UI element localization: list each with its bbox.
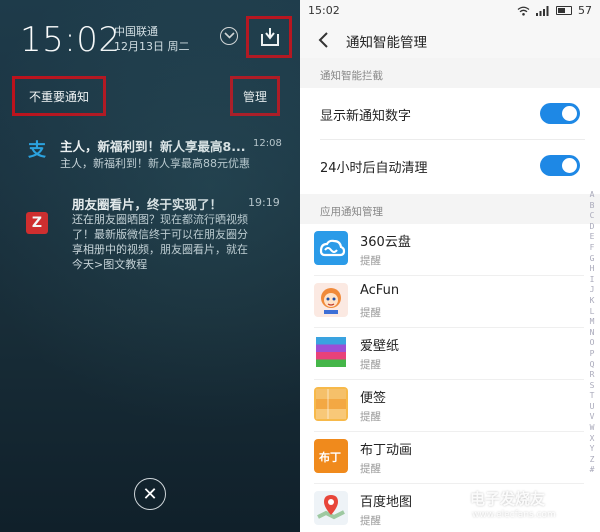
carrier-info: 中国联通 12月13日 周二	[114, 24, 190, 54]
app-name: 便签	[360, 391, 387, 406]
section-label: 应用通知管理	[320, 206, 383, 218]
notification-body: 主人，新福利到！新人享最高88元优惠，	[60, 157, 250, 170]
toggle-switch[interactable]	[540, 103, 580, 124]
page-title: 通知智能管理	[346, 35, 427, 51]
close-icon: ✕	[142, 483, 158, 505]
app-name: 百度地图	[360, 495, 413, 510]
header-bar: 通知智能管理	[300, 22, 600, 58]
app-row-360[interactable]: 360云盘 提醒	[314, 224, 584, 276]
signal-icon	[536, 5, 549, 16]
app-name: 360云盘	[360, 235, 411, 250]
section-label: 通知智能拦截	[320, 70, 383, 82]
notification-shade: 15:02 中国联通 12月13日 周二 不重要通知 管理 支 主人，新福利到！…	[0, 0, 300, 532]
app-row-notes[interactable]: 便签 提醒	[314, 380, 584, 432]
section-header-apps: 应用通知管理	[300, 194, 600, 224]
unimportant-notifications-button[interactable]: 不重要通知	[12, 76, 106, 116]
app-status: 提醒	[360, 463, 381, 475]
collapse-button[interactable]	[220, 27, 238, 45]
notification-inbox-button[interactable]	[246, 16, 292, 58]
setting-auto-clear[interactable]: 24小时后自动清理	[320, 140, 585, 192]
section-header-smart: 通知智能拦截	[300, 58, 600, 88]
watermark-url: www.elecfans.com	[472, 510, 556, 520]
setting-label: 24小时后自动清理	[320, 161, 428, 176]
acfun-icon	[314, 283, 348, 317]
alipay-icon: 支	[28, 140, 46, 161]
app-name: 爱壁纸	[360, 339, 400, 354]
wifi-icon	[517, 6, 530, 16]
notification-time: 12:08	[253, 138, 282, 149]
watermark-text: 电子发烧友	[470, 490, 546, 508]
battery-icon	[556, 6, 572, 15]
notification-body: 还在朋友圈晒图？现在都流行晒视频了！最新版微信终于可以在朋友圈分享相册中的视频，…	[72, 213, 248, 271]
app-status: 提醒	[360, 359, 381, 371]
notification-time: 19:19	[248, 196, 280, 209]
z-app-icon: Z	[26, 212, 48, 234]
setting-label: 显示新通知数字	[320, 109, 412, 124]
battery-level: 57	[578, 4, 592, 17]
status-icons: 57	[517, 4, 592, 17]
clear-all-button[interactable]: ✕	[134, 478, 166, 510]
wallpaper-icon	[314, 335, 348, 369]
app-name: AcFun	[360, 283, 400, 298]
app-status: 提醒	[360, 307, 381, 319]
status-bar: 15:02 57	[300, 0, 600, 22]
app-status: 提醒	[360, 255, 381, 267]
setting-show-count[interactable]: 显示新通知数字	[320, 88, 585, 140]
manage-button[interactable]: 管理	[230, 76, 280, 116]
cloud-icon	[314, 231, 348, 265]
settings-screen: 15:02 57 通知智能管理 通知智能拦截 显示新通知数字 24小时后自动清理…	[300, 0, 600, 532]
app-row-wallpaper[interactable]: 爱壁纸 提醒	[314, 328, 584, 380]
date-label: 12月13日 周二	[114, 40, 190, 53]
app-status: 提醒	[360, 411, 381, 423]
app-name: 布丁动画	[360, 443, 413, 458]
carrier-name: 中国联通	[114, 25, 158, 38]
inbox-icon	[261, 28, 279, 46]
app-status: 提醒	[360, 515, 381, 527]
notification-title: 朋友圈看片，终于实现了！	[72, 197, 223, 212]
svg-text:布丁: 布丁	[319, 450, 341, 464]
map-icon	[314, 491, 348, 525]
chevron-down-icon	[224, 32, 235, 39]
back-button[interactable]	[314, 30, 334, 50]
notification-item[interactable]: Z 朋友圈看片，终于实现了！ 还在朋友圈晒图？现在都流行晒视频了！最新版微信终于…	[0, 190, 300, 280]
notes-icon	[314, 387, 348, 421]
status-time: 15:02	[308, 4, 340, 17]
alphabet-index[interactable]: A B C D E F G H I J K L M N O P Q R S T …	[586, 190, 598, 476]
app-row-budding[interactable]: 布丁 布丁动画 提醒	[314, 432, 584, 484]
toggle-switch[interactable]	[540, 155, 580, 176]
notification-title: 主人，新福利到！新人享最高8...	[60, 139, 246, 154]
app-row-acfun[interactable]: AcFun 提醒	[314, 276, 584, 328]
clock: 15:02	[20, 20, 121, 60]
budding-icon: 布丁	[314, 439, 348, 473]
notification-item[interactable]: 支 主人，新福利到！新人享最高8... 主人，新福利到！新人享最高88元优惠， …	[0, 130, 300, 180]
